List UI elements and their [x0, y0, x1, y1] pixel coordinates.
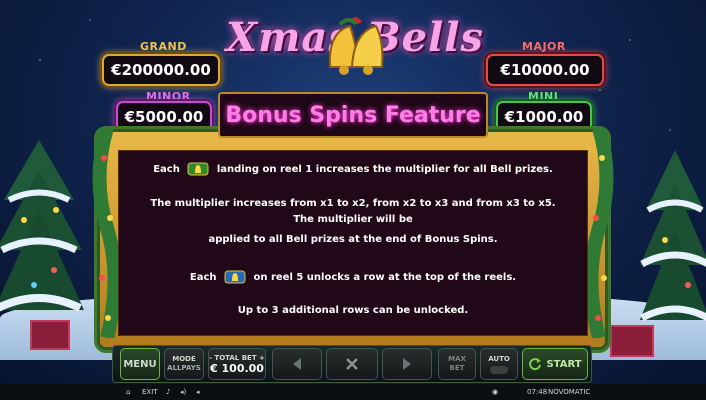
title-plate: Bonus Spins Feature	[218, 92, 488, 138]
total-bet-label: - TOTAL BET +	[209, 353, 265, 362]
total-bet-value: € 100.00	[210, 361, 264, 375]
info-line-1-post: landing on reel 1 increases the multipli…	[216, 164, 553, 175]
grand-jackpot-label: GRAND	[140, 40, 187, 53]
mode-button[interactable]: MODE ALLPAYS	[164, 348, 204, 380]
previous-page-button[interactable]	[272, 348, 322, 380]
clock-toggle-icon[interactable]: ◉	[492, 388, 498, 396]
spin-refresh-icon	[529, 358, 542, 371]
next-page-button[interactable]	[382, 348, 432, 380]
mode-value: ALLPAYS	[167, 364, 201, 372]
auto-button[interactable]: AUTO	[480, 348, 518, 380]
grand-jackpot-value: €200000.00	[102, 54, 220, 86]
gift-box-right	[610, 325, 654, 357]
arrow-right-icon	[403, 358, 411, 370]
menu-button[interactable]: MENU	[120, 348, 160, 380]
info-line-6: Up to 3 additional rows can be unlocked.	[237, 305, 469, 316]
right-christmas-tree	[640, 150, 706, 340]
info-line-5-pre: Each	[189, 272, 217, 283]
exit-link[interactable]: EXIT	[142, 388, 158, 396]
left-christmas-tree	[0, 140, 84, 340]
info-line-4: applied to all Bell prizes at the end of…	[208, 234, 498, 245]
start-label: START	[546, 358, 582, 370]
arrow-left-icon	[293, 358, 301, 370]
max-bet-label-2: BET	[449, 364, 465, 372]
auto-label: AUTO	[488, 354, 510, 363]
home-icon[interactable]: ⌂	[126, 388, 130, 396]
volume-icon[interactable]: ◂)	[180, 388, 186, 396]
game-logo: Xmas Bells	[210, 6, 500, 76]
status-bar: ⌂ EXIT ♪ ◂) ◂ ◉ 07:48 NOVOMATIC	[0, 384, 706, 400]
blue-bell-symbol-icon	[224, 270, 246, 284]
auto-toggle	[490, 365, 508, 374]
mode-label: MODE	[172, 355, 196, 363]
info-line-2: The multiplier increases from x1 to x2, …	[150, 198, 556, 209]
start-button[interactable]: START	[522, 348, 588, 380]
sound-icon[interactable]: ♪	[166, 388, 170, 396]
info-line-1-pre: Each	[153, 164, 180, 175]
total-bet-control[interactable]: - TOTAL BET + € 100.00	[208, 348, 266, 380]
mini-jackpot-value: €1000.00	[496, 101, 592, 133]
info-line-1: Each landing on reel 1 increases the mul…	[118, 162, 588, 176]
close-icon	[346, 358, 358, 370]
green-bell-symbol-icon	[187, 162, 209, 176]
garland-right	[584, 125, 614, 342]
major-jackpot-label: MAJOR	[522, 40, 566, 53]
info-line-3: The multiplier will be	[293, 214, 413, 225]
menu-button-label: MENU	[123, 358, 157, 370]
max-bet-button[interactable]: MAX BET	[438, 348, 476, 380]
close-help-button[interactable]	[326, 348, 378, 380]
clock-time: 07:48	[527, 388, 548, 396]
panel-title: Bonus Spins Feature	[225, 102, 481, 128]
minor-jackpot-value: €5000.00	[116, 101, 212, 133]
max-bet-label-1: MAX	[448, 355, 466, 363]
info-line-5-post: on reel 5 unlocks a row at the top of th…	[253, 272, 517, 283]
brand-logo: NOVOMATIC	[548, 388, 591, 396]
gift-box-left	[30, 320, 70, 350]
major-jackpot-value: €10000.00	[486, 54, 604, 86]
mute-icon[interactable]: ◂	[196, 388, 200, 396]
info-line-5: Each on reel 5 unlocks a row at the top …	[118, 270, 588, 284]
golden-bells-icon	[310, 12, 400, 82]
